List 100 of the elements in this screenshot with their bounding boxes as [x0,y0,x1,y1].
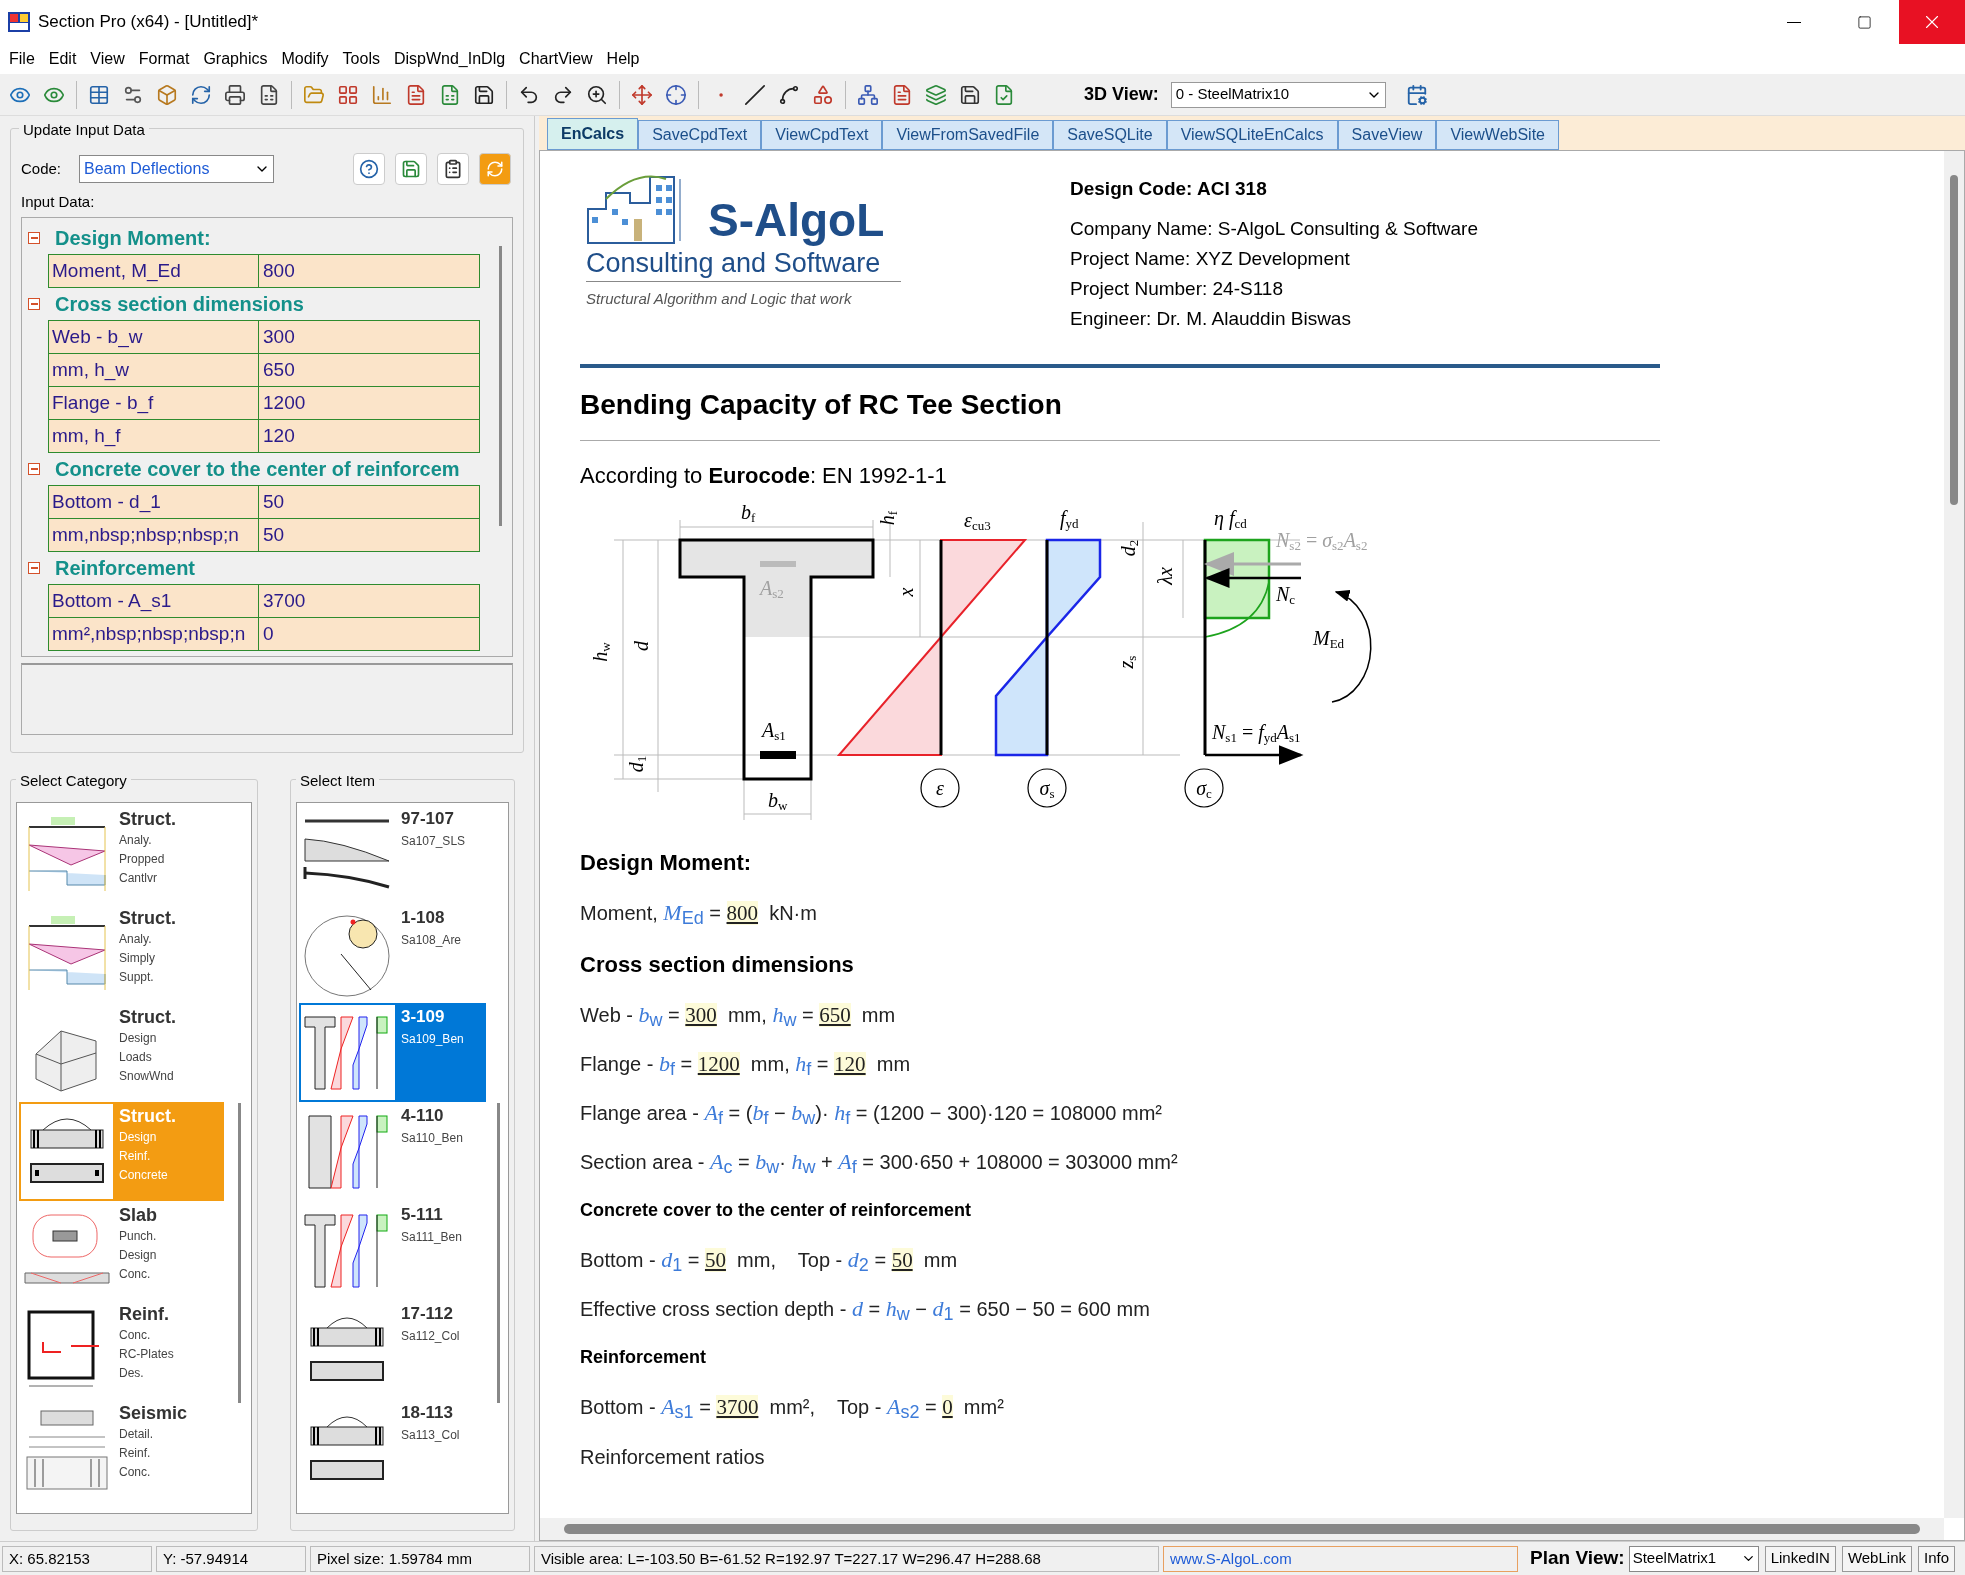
list-item[interactable]: 1-108 Sa108_Are [299,904,486,1003]
spreadsheet-icon[interactable] [439,83,461,106]
view-3d-select[interactable]: 0 - SteelMatrix10 [1170,81,1386,108]
menu-item[interactable]: Graphics [196,44,275,74]
diagram-label: A$_{s2}$ [760,577,784,598]
property-label: mm,nbsp;nbsp;nbsp;n [49,519,259,551]
tab[interactable]: ViewFromSavedFile [882,120,1054,150]
tab[interactable]: SaveSQLite [1053,120,1167,150]
menu-item[interactable]: Format [131,44,197,74]
category-item[interactable]: Seismic Detail. Reinf. Conc. [19,1399,224,1498]
menu-item[interactable]: View [83,44,132,74]
check-file-icon[interactable] [993,83,1015,106]
line-icon[interactable] [744,83,766,106]
scrollbar[interactable] [497,1103,500,1403]
polyline-icon[interactable] [778,83,800,106]
clipboard-button[interactable] [437,153,469,185]
status-button[interactable]: WebLink [1841,1545,1912,1572]
website-link[interactable]: www.S-AlgoL.com [1163,1545,1518,1572]
help-button[interactable] [353,153,385,185]
group-heading: Concrete cover to the center of reinforcem [55,457,460,482]
property-value[interactable]: 3700 [259,585,479,617]
list-item[interactable]: 17-112 Sa112_Col [299,1300,486,1399]
input-data-label: Input Data: [21,191,95,212]
scrollbar[interactable] [499,246,502,526]
category-item[interactable]: Struct. Design Loads SnowWnd [19,1003,224,1102]
box-icon[interactable] [156,83,178,106]
printer-icon[interactable] [224,83,246,106]
property-value[interactable]: 650 [259,354,479,386]
category-title: Struct. [119,1105,176,1128]
tab[interactable]: ViewCpdText [761,120,883,150]
shapes-icon[interactable] [812,83,834,106]
maximize-icon [1856,14,1872,30]
property-value[interactable]: 50 [259,519,479,551]
vertical-scrollbar[interactable] [1944,151,1964,1518]
menu-item[interactable]: Tools [335,44,387,74]
menu-item[interactable]: Help [599,44,647,74]
collapse-icon[interactable] [28,463,40,475]
property-value[interactable]: 800 [259,255,479,287]
list-item[interactable]: 3-109 Sa109_Ben [299,1003,486,1102]
save-button[interactable] [395,153,427,185]
plan-view-select[interactable]: SteelMatrix1 [1628,1545,1759,1572]
collapse-icon[interactable] [28,232,40,244]
list-item[interactable]: 5-111 Sa111_Ben [299,1201,486,1300]
status-button[interactable]: LinkedIN [1764,1545,1836,1572]
property-value[interactable]: 120 [259,420,479,452]
menu-item[interactable]: DispWnd_InDlg [386,44,513,74]
item-number: 5-111 [401,1204,444,1226]
network-icon[interactable] [857,83,879,106]
table-icon[interactable] [88,83,110,106]
tab[interactable]: ViewSQLiteEnCalcs [1166,120,1338,150]
tab[interactable]: SaveView [1337,120,1437,150]
menu-item[interactable]: ChartView [512,44,600,74]
horizontal-scrollbar[interactable] [540,1518,1944,1540]
formula-line: Moment, M$_{Ed}$ = 800 kN·m [580,898,818,927]
property-value[interactable]: 50 [259,486,479,518]
move-icon[interactable] [631,83,653,106]
grid-icon[interactable] [337,83,359,106]
item-name: Sa112_Col [401,1328,460,1345]
collapse-icon[interactable] [28,562,40,574]
scrollbar[interactable] [238,1103,241,1403]
zoom-icon[interactable] [586,83,608,106]
property-value[interactable]: 0 [259,618,479,650]
save-icon[interactable] [959,83,981,106]
category-item[interactable]: Reinf. Conc. RC-Plates Des. [19,1300,224,1399]
menu-item[interactable]: Edit [41,44,84,74]
intro-text: According to Eurocode: EN 1992-1-1 [580,461,948,490]
chart-icon[interactable] [371,83,393,106]
project-info-line: Company Name: S-AlgoL Consulting & Software [1070,216,1478,241]
calendar-icon[interactable] [1405,83,1428,106]
formula-line: Bottom - A$_{s1}$ = 3700 mm², Top - A$_{s2}$ = 0 mm² [580,1392,1005,1421]
menu-item[interactable]: Modify [274,44,336,74]
category-text: Propped [119,851,166,868]
layers-icon[interactable] [925,83,947,106]
collapse-icon[interactable] [28,298,40,310]
document-icon[interactable] [891,83,913,106]
category-item[interactable]: Struct. Analy. Simply Suppt. [19,904,224,1003]
item-number: 18-113 [401,1402,454,1424]
crosshair-icon[interactable] [665,83,687,106]
property-value[interactable]: 1200 [259,387,479,419]
tab[interactable]: ViewWebSite [1436,120,1559,150]
list-item[interactable]: 4-110 Sa110_Ben [299,1102,486,1201]
status-button[interactable]: Info [1918,1545,1955,1572]
category-text: Design [119,1247,157,1264]
tab[interactable]: EnCalcs [547,118,639,150]
code-select[interactable]: Beam Deflections [79,155,274,183]
spreadsheet-icon[interactable] [258,83,280,106]
menu-item[interactable]: File [2,44,42,74]
category-item[interactable]: Struct. Analy. Propped Cantlvr [19,805,224,904]
document-icon[interactable] [405,83,427,106]
list-item[interactable]: 97-107 Sa107_SLS [299,805,486,904]
refresh-icon[interactable] [190,83,212,106]
list-item[interactable]: 18-113 Sa113_Col [299,1399,486,1498]
logo-subtitle: Consulting and Software [586,245,901,282]
tab[interactable]: SaveCpdText [638,120,762,150]
open-folder-icon[interactable] [303,83,325,106]
save-icon[interactable] [473,83,495,106]
category-item[interactable]: Slab Punch. Design Conc. [19,1201,224,1300]
property-value[interactable]: 300 [259,321,479,353]
category-text: Concrete [119,1167,169,1184]
diagram-label: σ$_{s}$ [1039,777,1055,798]
